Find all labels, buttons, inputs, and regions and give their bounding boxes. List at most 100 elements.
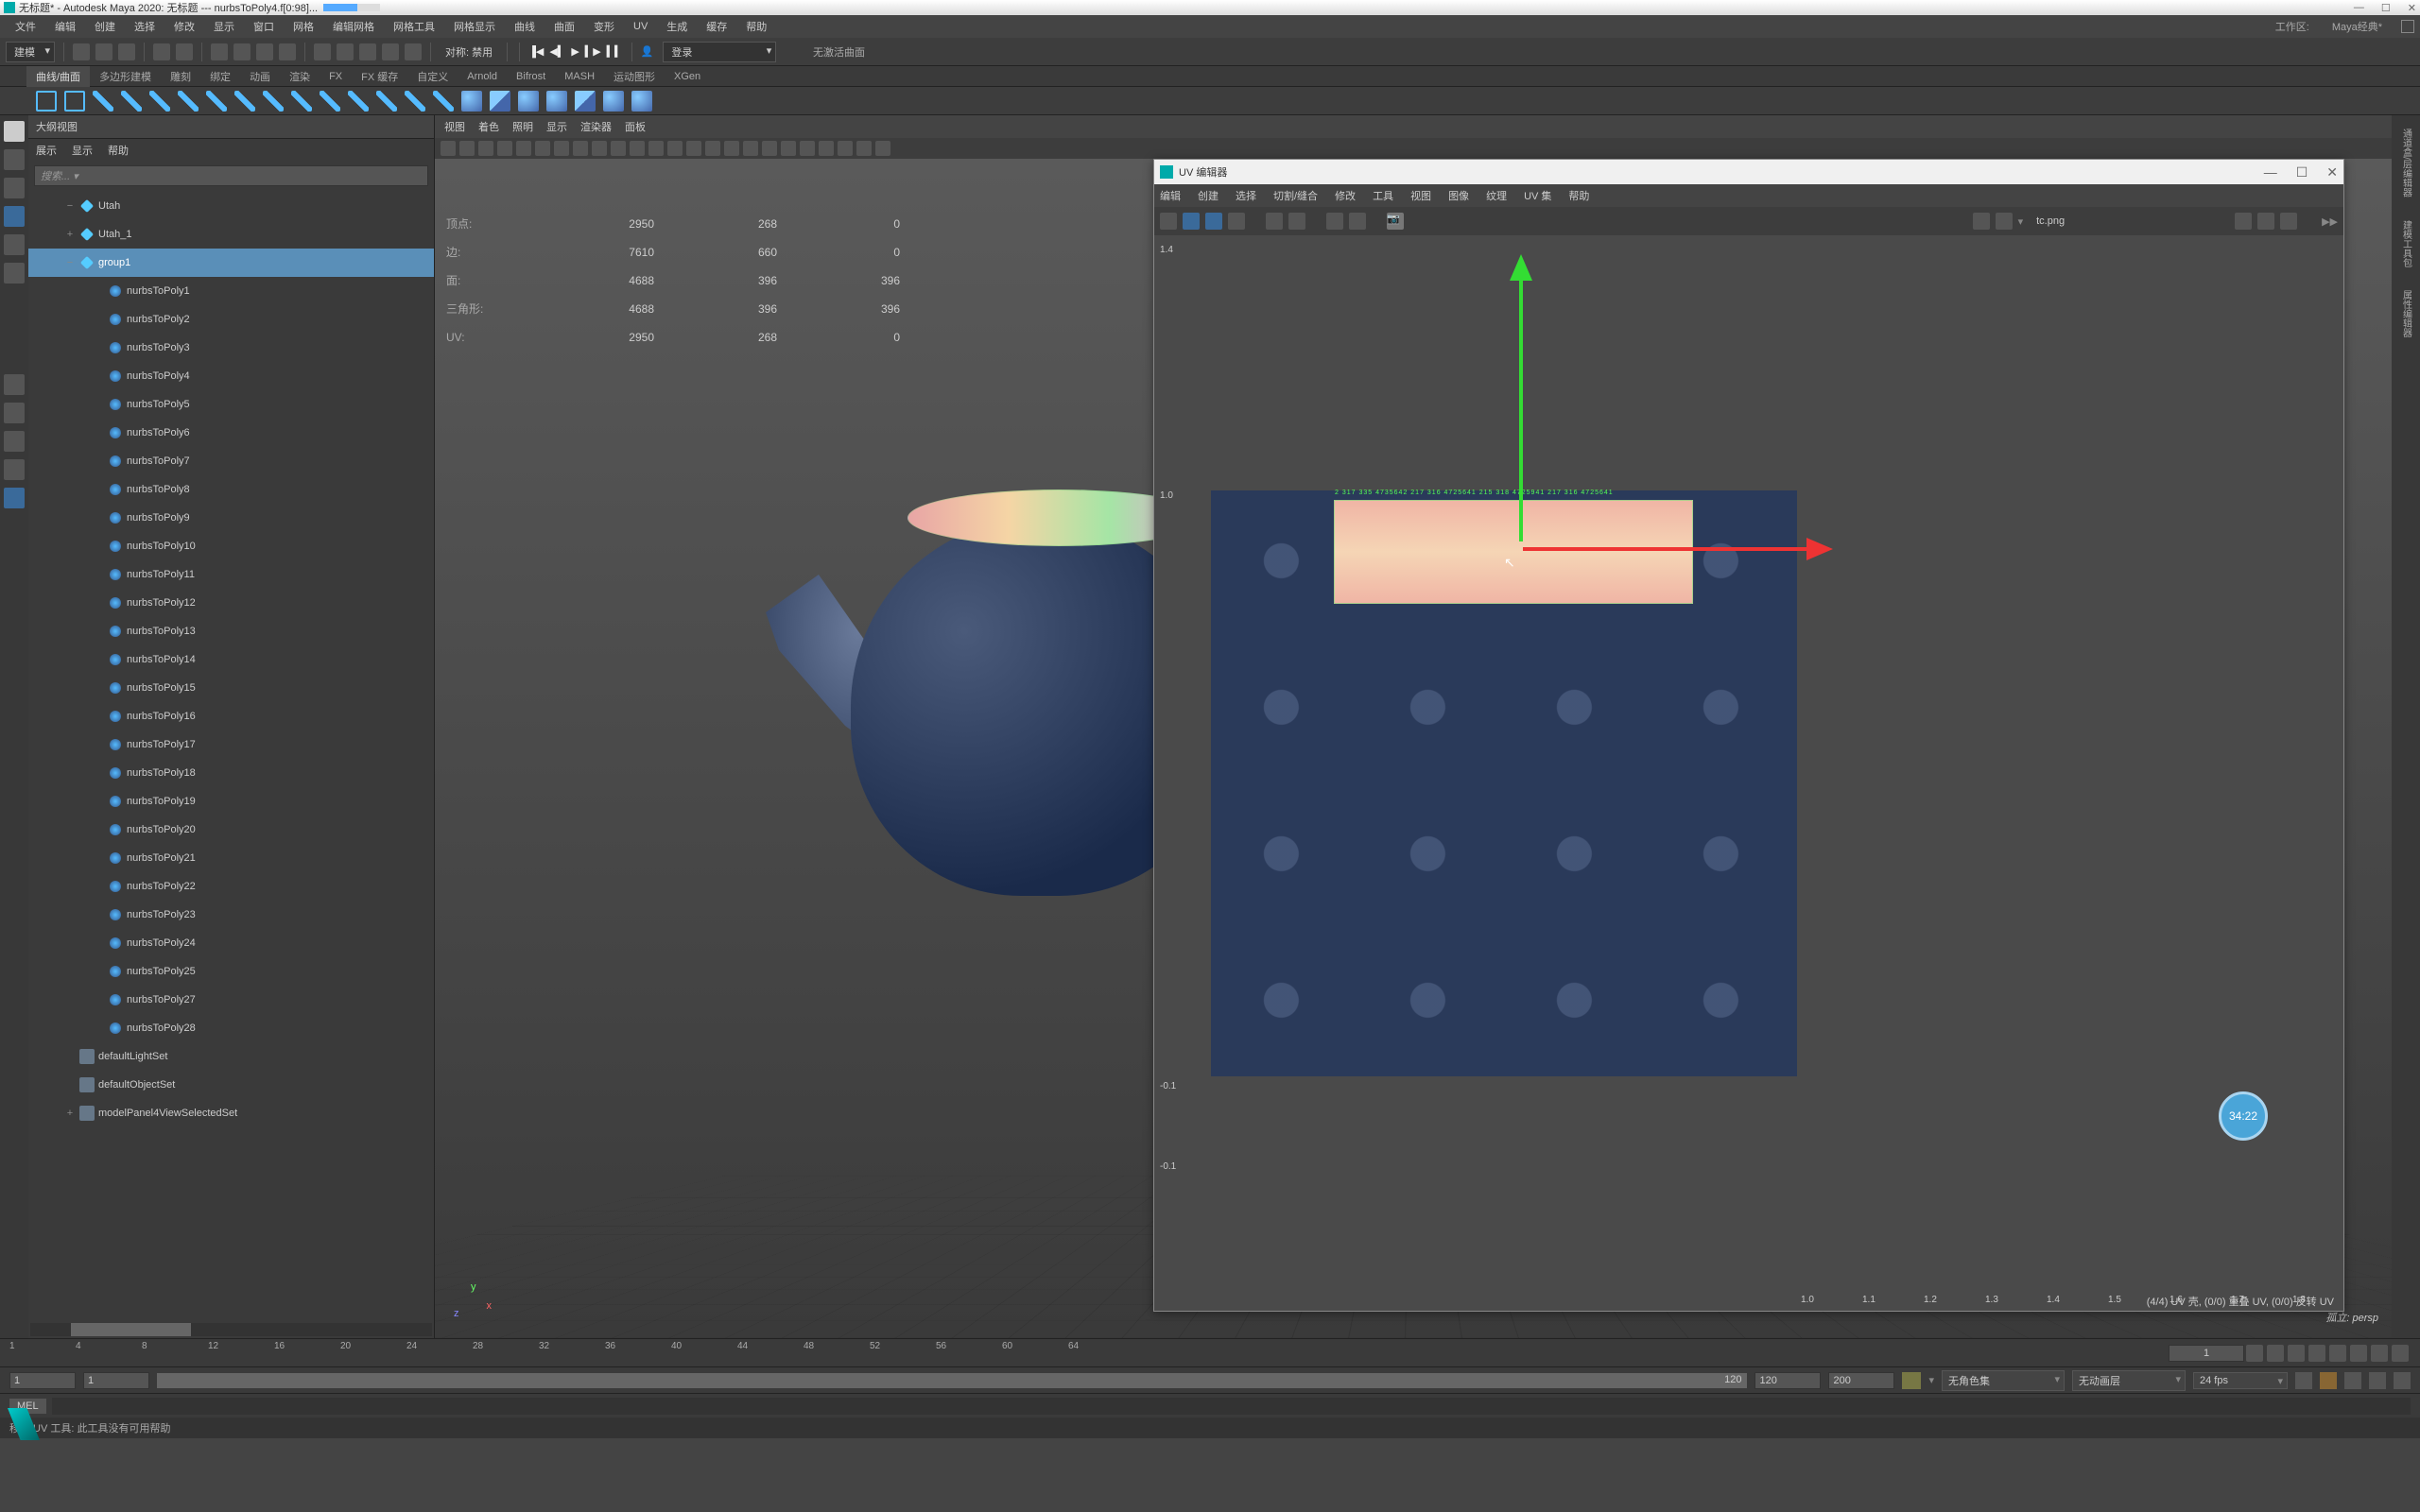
vp-menu-照明[interactable]: 照明 (512, 119, 533, 134)
vp-icon[interactable] (478, 141, 493, 156)
shelf-tab-8[interactable]: 自定义 (407, 66, 458, 87)
new-scene-icon[interactable] (73, 43, 90, 60)
layout-custom-icon[interactable] (4, 459, 25, 480)
menu-网格工具[interactable]: 网格工具 (384, 19, 444, 34)
select-mask-icon-2[interactable] (256, 43, 273, 60)
prefs-icon[interactable] (2394, 1372, 2411, 1389)
detach-curve-icon[interactable] (291, 91, 312, 112)
audio-icon[interactable] (2344, 1372, 2361, 1389)
menu-缓存[interactable]: 缓存 (697, 19, 736, 34)
outliner-item[interactable]: nurbsToPoly17 (28, 730, 434, 759)
loop-icon[interactable] (2295, 1372, 2312, 1389)
expand-icon[interactable]: − (64, 257, 76, 268)
bezier-curve-icon[interactable] (149, 91, 170, 112)
vp-icon[interactable] (459, 141, 475, 156)
outliner-item[interactable]: defaultLightSet (28, 1042, 434, 1071)
vp-icon[interactable] (441, 141, 456, 156)
uv-snapshot-icon[interactable]: 📷 (1387, 213, 1404, 230)
outliner-item[interactable]: nurbsToPoly28 (28, 1014, 434, 1042)
undo-icon[interactable] (153, 43, 170, 60)
login-dropdown[interactable]: 登录 (663, 42, 776, 62)
outliner-item[interactable]: nurbsToPoly16 (28, 702, 434, 730)
uv-menu-工具[interactable]: 工具 (1373, 188, 1393, 203)
range-bar[interactable]: 120 (157, 1373, 1747, 1388)
uv-distortion-icon[interactable] (1228, 213, 1245, 230)
uv-light-icon[interactable] (1349, 213, 1366, 230)
uv-menu-图像[interactable]: 图像 (1448, 188, 1469, 203)
menu-编辑网格[interactable]: 编辑网格 (323, 19, 384, 34)
prev-key-button[interactable] (2288, 1345, 2305, 1362)
outliner-item[interactable]: nurbsToPoly20 (28, 816, 434, 844)
menu-修改[interactable]: 修改 (164, 19, 204, 34)
shelf-tab-3[interactable]: 绑定 (200, 66, 240, 87)
uv-canvas[interactable]: 2 317 335 4735642 217 316 4725641 215 31… (1154, 235, 2343, 1311)
uv-channel-icon[interactable] (2280, 213, 2297, 230)
layout-four-icon[interactable] (4, 403, 25, 423)
vp-icon[interactable] (743, 141, 758, 156)
outliner-item[interactable]: nurbsToPoly2 (28, 305, 434, 334)
uv-checker2-icon[interactable] (1996, 213, 2013, 230)
uv-expand-icon[interactable]: ▶▶ (2322, 215, 2338, 228)
outliner-item[interactable]: nurbsToPoly6 (28, 419, 434, 447)
next-key-button[interactable] (2350, 1345, 2367, 1362)
playback-rewind-icon[interactable]: ▐◀ (528, 45, 544, 58)
current-frame-field[interactable]: 1 (2169, 1345, 2244, 1362)
vp-icon[interactable] (630, 141, 645, 156)
nurbs-cylinder-icon[interactable] (518, 91, 539, 112)
uv-bake-icon[interactable] (2257, 213, 2274, 230)
playback-pause-icon[interactable]: ▍▍ (607, 45, 623, 58)
vp-icon[interactable] (573, 141, 588, 156)
shelf-tab-1[interactable]: 多边形建模 (90, 66, 161, 87)
attach-curve-icon[interactable] (263, 91, 284, 112)
ep-curve-icon[interactable] (93, 91, 113, 112)
playback-prev-icon[interactable]: ◀▍ (549, 45, 565, 58)
uv-shaded-icon[interactable] (1205, 213, 1222, 230)
sync-icon[interactable] (2369, 1372, 2386, 1389)
outliner-item[interactable]: defaultObjectSet (28, 1071, 434, 1099)
range-start-inner[interactable] (83, 1372, 149, 1389)
menu-UV[interactable]: UV (624, 21, 657, 32)
menu-曲线[interactable]: 曲线 (505, 19, 544, 34)
pencil-curve-icon[interactable] (178, 91, 199, 112)
outliner-item[interactable]: nurbsToPoly24 (28, 929, 434, 957)
paint-select-tool-icon[interactable] (4, 178, 25, 198)
save-scene-icon[interactable] (118, 43, 135, 60)
uv-grid-icon[interactable] (1160, 213, 1177, 230)
charset-dropdown[interactable]: 无角色集 (1942, 1370, 2065, 1391)
outliner-item[interactable]: nurbsToPoly25 (28, 957, 434, 986)
vp-icon[interactable] (686, 141, 701, 156)
outliner-item[interactable]: nurbsToPoly10 (28, 532, 434, 560)
vp-icon[interactable] (724, 141, 739, 156)
snap-icon-5[interactable] (405, 43, 422, 60)
outliner-scrollbar[interactable] (30, 1323, 432, 1336)
rebuild-curve-icon[interactable] (405, 91, 425, 112)
play-back-button[interactable] (2308, 1345, 2325, 1362)
vp-icon[interactable] (800, 141, 815, 156)
vp-menu-视图[interactable]: 视图 (444, 119, 465, 134)
attr-editor-tab[interactable]: 属性编辑器 (2397, 283, 2415, 345)
outliner-item[interactable]: nurbsToPoly3 (28, 334, 434, 362)
forward-button[interactable] (2392, 1345, 2409, 1362)
vp-icon[interactable] (856, 141, 872, 156)
workspace-value[interactable]: Maya经典* (2323, 19, 2392, 34)
anim-layer-dropdown[interactable]: 无动画层 (2072, 1370, 2186, 1391)
outliner-item[interactable]: nurbsToPoly4 (28, 362, 434, 390)
close-button[interactable]: ✕ (2408, 2, 2416, 14)
vp-menu-显示[interactable]: 显示 (546, 119, 567, 134)
module-dropdown[interactable]: 建模 (6, 42, 55, 62)
outliner-item[interactable]: nurbsToPoly8 (28, 475, 434, 504)
move-y-axis[interactable] (1519, 277, 1523, 541)
snap-icon-2[interactable] (337, 43, 354, 60)
modeling-toolkit-tab[interactable]: 建模工具包 (2397, 213, 2415, 275)
time-slider[interactable]: 1481216202428323640444852566064 1 (0, 1338, 2420, 1366)
outliner-item[interactable]: nurbsToPoly11 (28, 560, 434, 589)
menu-帮助[interactable]: 帮助 (736, 19, 776, 34)
uv-menu-帮助[interactable]: 帮助 (1568, 188, 1589, 203)
symmetry-label[interactable]: 对称: 禁用 (440, 44, 498, 60)
menu-编辑[interactable]: 编辑 (45, 19, 85, 34)
uv-dim-icon[interactable] (1266, 213, 1283, 230)
menu-文件[interactable]: 文件 (6, 19, 45, 34)
snap-icon-3[interactable] (359, 43, 376, 60)
step-fwd-button[interactable] (2371, 1345, 2388, 1362)
layout-single-icon[interactable] (4, 374, 25, 395)
